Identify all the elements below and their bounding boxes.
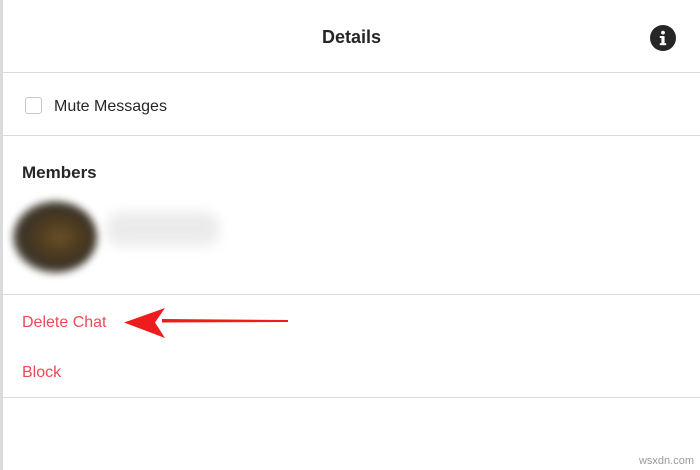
watermark: wsxdn.com [638, 455, 694, 467]
mute-messages-label[interactable]: Mute Messages [54, 98, 167, 116]
chat-details-page: Details Mute Messages Members Delete Cha… [0, 0, 700, 470]
member-list-item[interactable] [7, 196, 247, 276]
block-button[interactable]: Block [22, 364, 61, 382]
info-button[interactable] [650, 25, 676, 51]
page-title: Details [321, 27, 382, 47]
avatar[interactable] [13, 201, 97, 273]
members-section: Members [3, 136, 700, 295]
mute-messages-row: Mute Messages [3, 73, 700, 136]
member-name-blurred [107, 212, 219, 246]
red-arrow-annotation [124, 308, 288, 338]
delete-chat-button[interactable]: Delete Chat [22, 314, 107, 332]
chat-actions: Delete Chat Block [3, 295, 700, 398]
members-heading: Members [22, 163, 97, 182]
details-header: Details [3, 0, 700, 73]
mute-messages-checkbox[interactable] [25, 97, 42, 114]
info-circle-icon [650, 25, 676, 51]
